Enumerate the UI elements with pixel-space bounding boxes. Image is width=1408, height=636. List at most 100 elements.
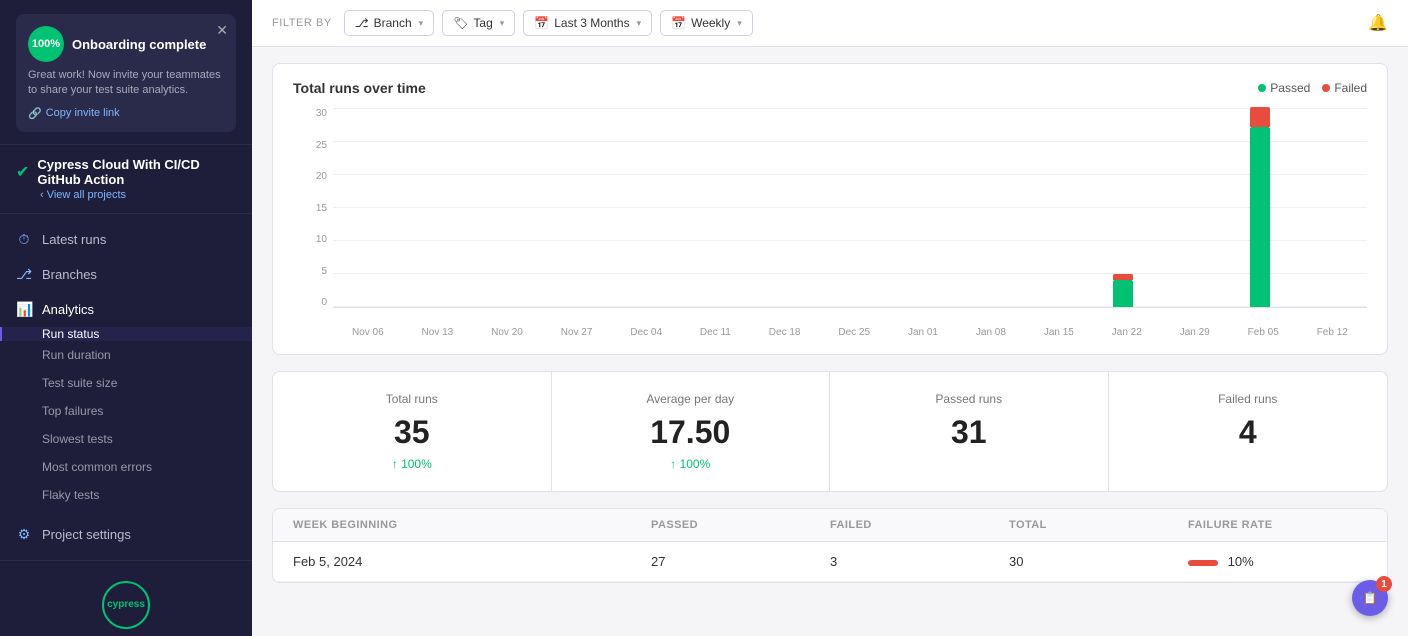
sidebar-subitem-slowest-tests[interactable]: Slowest tests	[0, 425, 252, 453]
passed-runs-value: 31	[850, 414, 1088, 451]
failed-legend-label: Failed	[1334, 81, 1367, 95]
sub-item-label: Slowest tests	[42, 432, 113, 446]
failed-runs-label: Failed runs	[1129, 392, 1368, 406]
x-axis: Nov 06 Nov 13 Nov 20 Nov 27 Dec 04 Dec 1…	[333, 321, 1367, 338]
project-name: Cypress Cloud With CI/CD GitHub Action	[37, 157, 236, 187]
chevron-down-icon: ▾	[500, 18, 505, 29]
passed-dot	[1258, 84, 1266, 92]
sidebar-item-project-settings[interactable]: ⚙ Project settings	[0, 517, 252, 552]
view-all-projects[interactable]: ‹ View all projects	[40, 189, 236, 201]
copy-invite-link[interactable]: 🔗 Copy invite link	[28, 107, 224, 120]
interval-filter[interactable]: 📅 Weekly ▾	[660, 10, 753, 36]
cypress-logo-text: cypress	[107, 599, 145, 610]
notification-button[interactable]: 🔔	[1368, 13, 1388, 33]
tag-filter-icon: 🏷	[453, 16, 468, 30]
col-week: WEEK BEGINNING	[293, 519, 651, 531]
avg-per-day-label: Average per day	[572, 392, 810, 406]
chart-plot	[333, 108, 1367, 308]
sub-item-label: Flaky tests	[42, 488, 99, 502]
sidebar-subitem-most-common-errors[interactable]: Most common errors	[0, 453, 252, 481]
failed-dot	[1322, 84, 1330, 92]
interval-icon: 📅	[671, 16, 686, 30]
cell-failed: 3	[830, 554, 1009, 569]
main-scrollable-content: Total runs over time Passed Failed 30 25…	[252, 47, 1408, 636]
sidebar-subitem-top-failures[interactable]: Top failures	[0, 397, 252, 425]
total-runs-value: 35	[293, 414, 531, 451]
cell-week: Feb 5, 2024	[293, 554, 651, 569]
onboarding-title: Onboarding complete	[72, 37, 206, 52]
calendar-icon: 📅	[534, 16, 549, 30]
branch-icon: ⎇	[16, 266, 32, 283]
sidebar-item-label: Branches	[42, 267, 97, 282]
branch-filter-label: Branch	[374, 16, 412, 30]
total-runs-stat: Total runs 35 100%	[273, 372, 552, 491]
sidebar-navigation: ⏱ Latest runs ⎇ Branches 📊 Analytics Run…	[0, 214, 252, 560]
total-runs-label: Total runs	[293, 392, 531, 406]
filter-by-label: FILTER BY	[272, 17, 332, 29]
sidebar-subitem-run-status[interactable]: Run status	[0, 327, 252, 341]
y-axis: 30 25 20 15 10 5 0	[293, 108, 333, 308]
cell-total: 30	[1009, 554, 1188, 569]
chat-button[interactable]: 📋 1	[1352, 580, 1388, 616]
sidebar-subitem-flaky-tests[interactable]: Flaky tests	[0, 481, 252, 509]
link-icon: 🔗	[28, 107, 42, 120]
chart-card: Total runs over time Passed Failed 30 25…	[272, 63, 1388, 355]
avg-per-day-value: 17.50	[572, 414, 810, 451]
onboarding-card: ✕ 100% Onboarding complete Great work! N…	[16, 14, 236, 132]
failure-rate-text: 10%	[1228, 554, 1254, 569]
avg-per-day-change: 100%	[572, 457, 810, 471]
failed-runs-stat: Failed runs 4	[1109, 372, 1388, 491]
bar-failed	[1250, 107, 1270, 127]
cell-failure-rate: 10%	[1188, 554, 1367, 569]
sidebar-project: ✔ Cypress Cloud With CI/CD GitHub Action…	[0, 145, 252, 214]
total-runs-change: 100%	[293, 457, 531, 471]
sub-item-label: Run duration	[42, 348, 111, 362]
sidebar: ✕ 100% Onboarding complete Great work! N…	[0, 0, 252, 636]
bars-container	[333, 108, 1367, 307]
date-filter[interactable]: 📅 Last 3 Months ▾	[523, 10, 652, 36]
passed-runs-label: Passed runs	[850, 392, 1088, 406]
sidebar-item-label: Latest runs	[42, 232, 106, 247]
sidebar-subitem-run-duration[interactable]: Run duration	[0, 341, 252, 369]
tag-filter-label: Tag	[473, 16, 492, 30]
analytics-icon: 📊	[16, 301, 32, 318]
bar-group	[1109, 274, 1137, 307]
main-content-area: FILTER BY ⎇ Branch ▾ 🏷 Tag ▾ 📅 Last 3 Mo…	[252, 0, 1408, 636]
chevron-down-icon: ▾	[737, 18, 742, 29]
chart-area: 30 25 20 15 10 5 0	[293, 108, 1367, 338]
table-row[interactable]: Feb 5, 2024 27 3 30 10%	[273, 542, 1387, 582]
sidebar-item-analytics[interactable]: 📊 Analytics	[0, 292, 252, 327]
failure-rate-bar	[1188, 560, 1218, 566]
cell-passed: 27	[651, 554, 830, 569]
sidebar-subitem-test-suite-size[interactable]: Test suite size	[0, 369, 252, 397]
onboarding-description: Great work! Now invite your teammates to…	[28, 68, 224, 99]
col-total: TOTAL	[1009, 519, 1188, 531]
sidebar-footer: cypress	[0, 560, 252, 636]
sub-item-label: Most common errors	[42, 460, 152, 474]
bar-passed	[1113, 280, 1133, 307]
cypress-logo-circle: cypress	[102, 581, 150, 629]
settings-icon: ⚙	[16, 526, 32, 543]
branch-filter[interactable]: ⎇ Branch ▾	[344, 10, 434, 36]
sidebar-item-label: Analytics	[42, 302, 94, 317]
bar-group	[1246, 107, 1274, 307]
table-header: WEEK BEGINNING PASSED FAILED TOTAL FAILU…	[273, 509, 1387, 542]
branch-filter-icon: ⎇	[355, 16, 369, 30]
failed-runs-value: 4	[1129, 414, 1368, 451]
passed-legend-label: Passed	[1270, 81, 1310, 95]
chat-icon: 📋	[1363, 591, 1378, 605]
close-icon[interactable]: ✕	[216, 22, 228, 39]
sub-item-label: Run status	[42, 327, 99, 341]
interval-filter-label: Weekly	[691, 16, 730, 30]
fab-badge: 1	[1376, 576, 1392, 592]
sidebar-item-branches[interactable]: ⎇ Branches	[0, 257, 252, 292]
bar-failed	[1113, 274, 1133, 281]
chart-legend: Passed Failed	[1258, 81, 1367, 95]
stats-row: Total runs 35 100% Average per day 17.50…	[272, 371, 1388, 492]
link-text: Copy invite link	[46, 107, 120, 119]
sidebar-item-latest-runs[interactable]: ⏱ Latest runs	[0, 222, 252, 257]
tag-filter[interactable]: 🏷 Tag ▾	[442, 10, 515, 36]
chevron-down-icon: ▾	[419, 18, 424, 29]
chart-title: Total runs over time	[293, 80, 426, 96]
col-failed: FAILED	[830, 519, 1009, 531]
